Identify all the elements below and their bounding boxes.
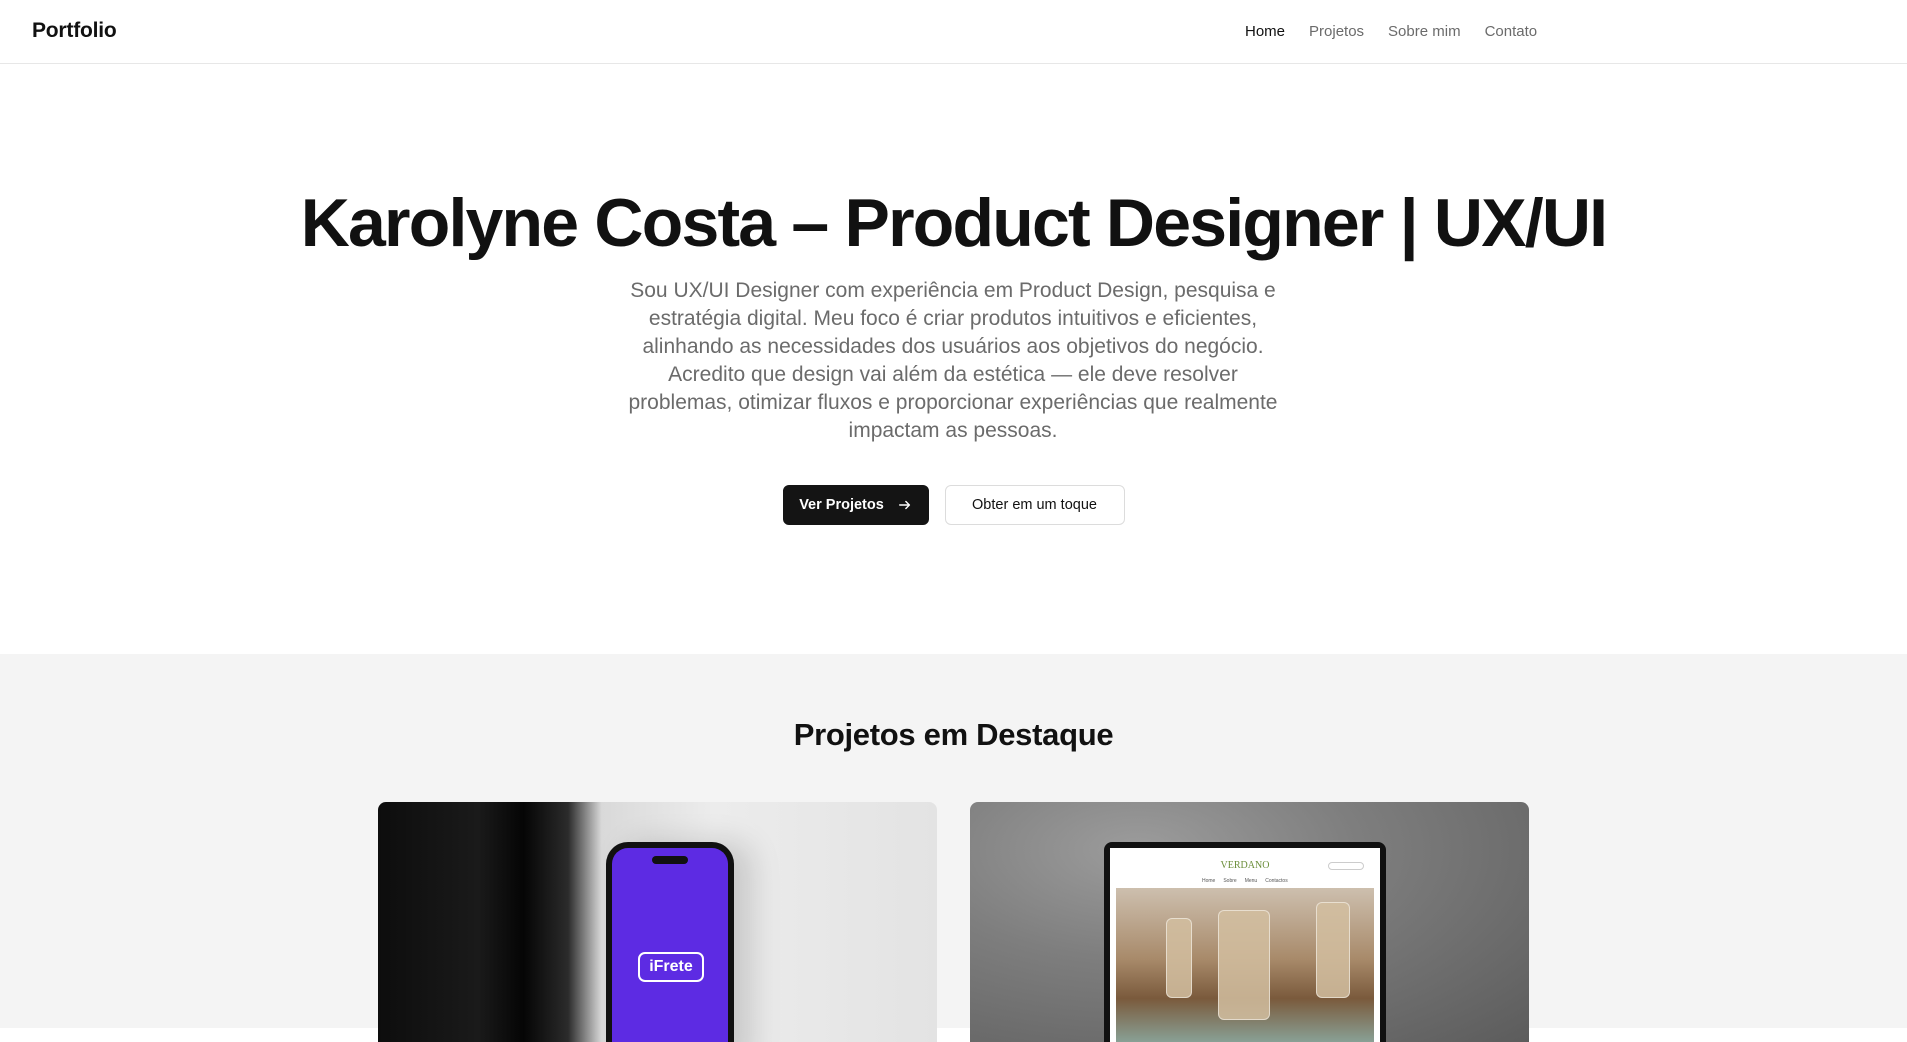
jar-image bbox=[1316, 902, 1350, 998]
projects-section: Projetos em Destaque iFrete VERDANO Home… bbox=[0, 654, 1907, 1042]
nav-home[interactable]: Home bbox=[1245, 23, 1285, 40]
ver-projetos-button[interactable]: Ver Projetos bbox=[782, 485, 929, 525]
jar-image bbox=[1166, 918, 1192, 998]
project-card-ifrete[interactable]: iFrete bbox=[378, 802, 937, 1042]
brand-logo[interactable]: Portfolio bbox=[32, 19, 117, 43]
phone-notch bbox=[652, 856, 688, 864]
hero-actions: Ver Projetos Obter em um toque bbox=[0, 485, 1907, 525]
hero-title: Karolyne Costa – Product Designer | UX/U… bbox=[300, 185, 1608, 261]
jar-image bbox=[1218, 910, 1270, 1020]
site-header: Portfolio Home Projetos Sobre mim Contat… bbox=[0, 0, 1907, 64]
site-search-field bbox=[1328, 862, 1364, 870]
obter-toque-button[interactable]: Obter em um toque bbox=[944, 485, 1125, 525]
laptop-screen: VERDANO Home Sobre Menu Contactos bbox=[1110, 848, 1380, 1042]
nav-sobre-mim[interactable]: Sobre mim bbox=[1388, 23, 1461, 40]
site-nav-item: Menu bbox=[1244, 878, 1258, 884]
site-nav-item: Sobre bbox=[1223, 878, 1237, 884]
hero-section: Karolyne Costa – Product Designer | UX/U… bbox=[0, 64, 1907, 654]
arrow-right-icon bbox=[898, 500, 910, 510]
site-nav: Home Sobre Menu Contactos bbox=[1202, 878, 1288, 884]
phone-mockup: iFrete bbox=[606, 842, 734, 1042]
main-nav: Home Projetos Sobre mim Contato bbox=[1245, 23, 1537, 40]
hero-description: Sou UX/UI Designer com experiência em Pr… bbox=[628, 279, 1278, 442]
laptop-mockup: VERDANO Home Sobre Menu Contactos bbox=[1104, 842, 1386, 1042]
project-card-verdano[interactable]: VERDANO Home Sobre Menu Contactos bbox=[970, 802, 1529, 1042]
phone-screen: iFrete bbox=[612, 848, 728, 1042]
site-nav-item: Contactos bbox=[1265, 878, 1288, 884]
site-nav-item: Home bbox=[1202, 878, 1216, 884]
granola-photo bbox=[1116, 888, 1374, 1042]
nav-contato[interactable]: Contato bbox=[1485, 23, 1538, 40]
nav-projetos[interactable]: Projetos bbox=[1309, 23, 1364, 40]
ver-projetos-label: Ver Projetos bbox=[799, 497, 884, 513]
projects-title: Projetos em Destaque bbox=[793, 717, 1114, 752]
ifrete-logo: iFrete bbox=[638, 952, 704, 982]
